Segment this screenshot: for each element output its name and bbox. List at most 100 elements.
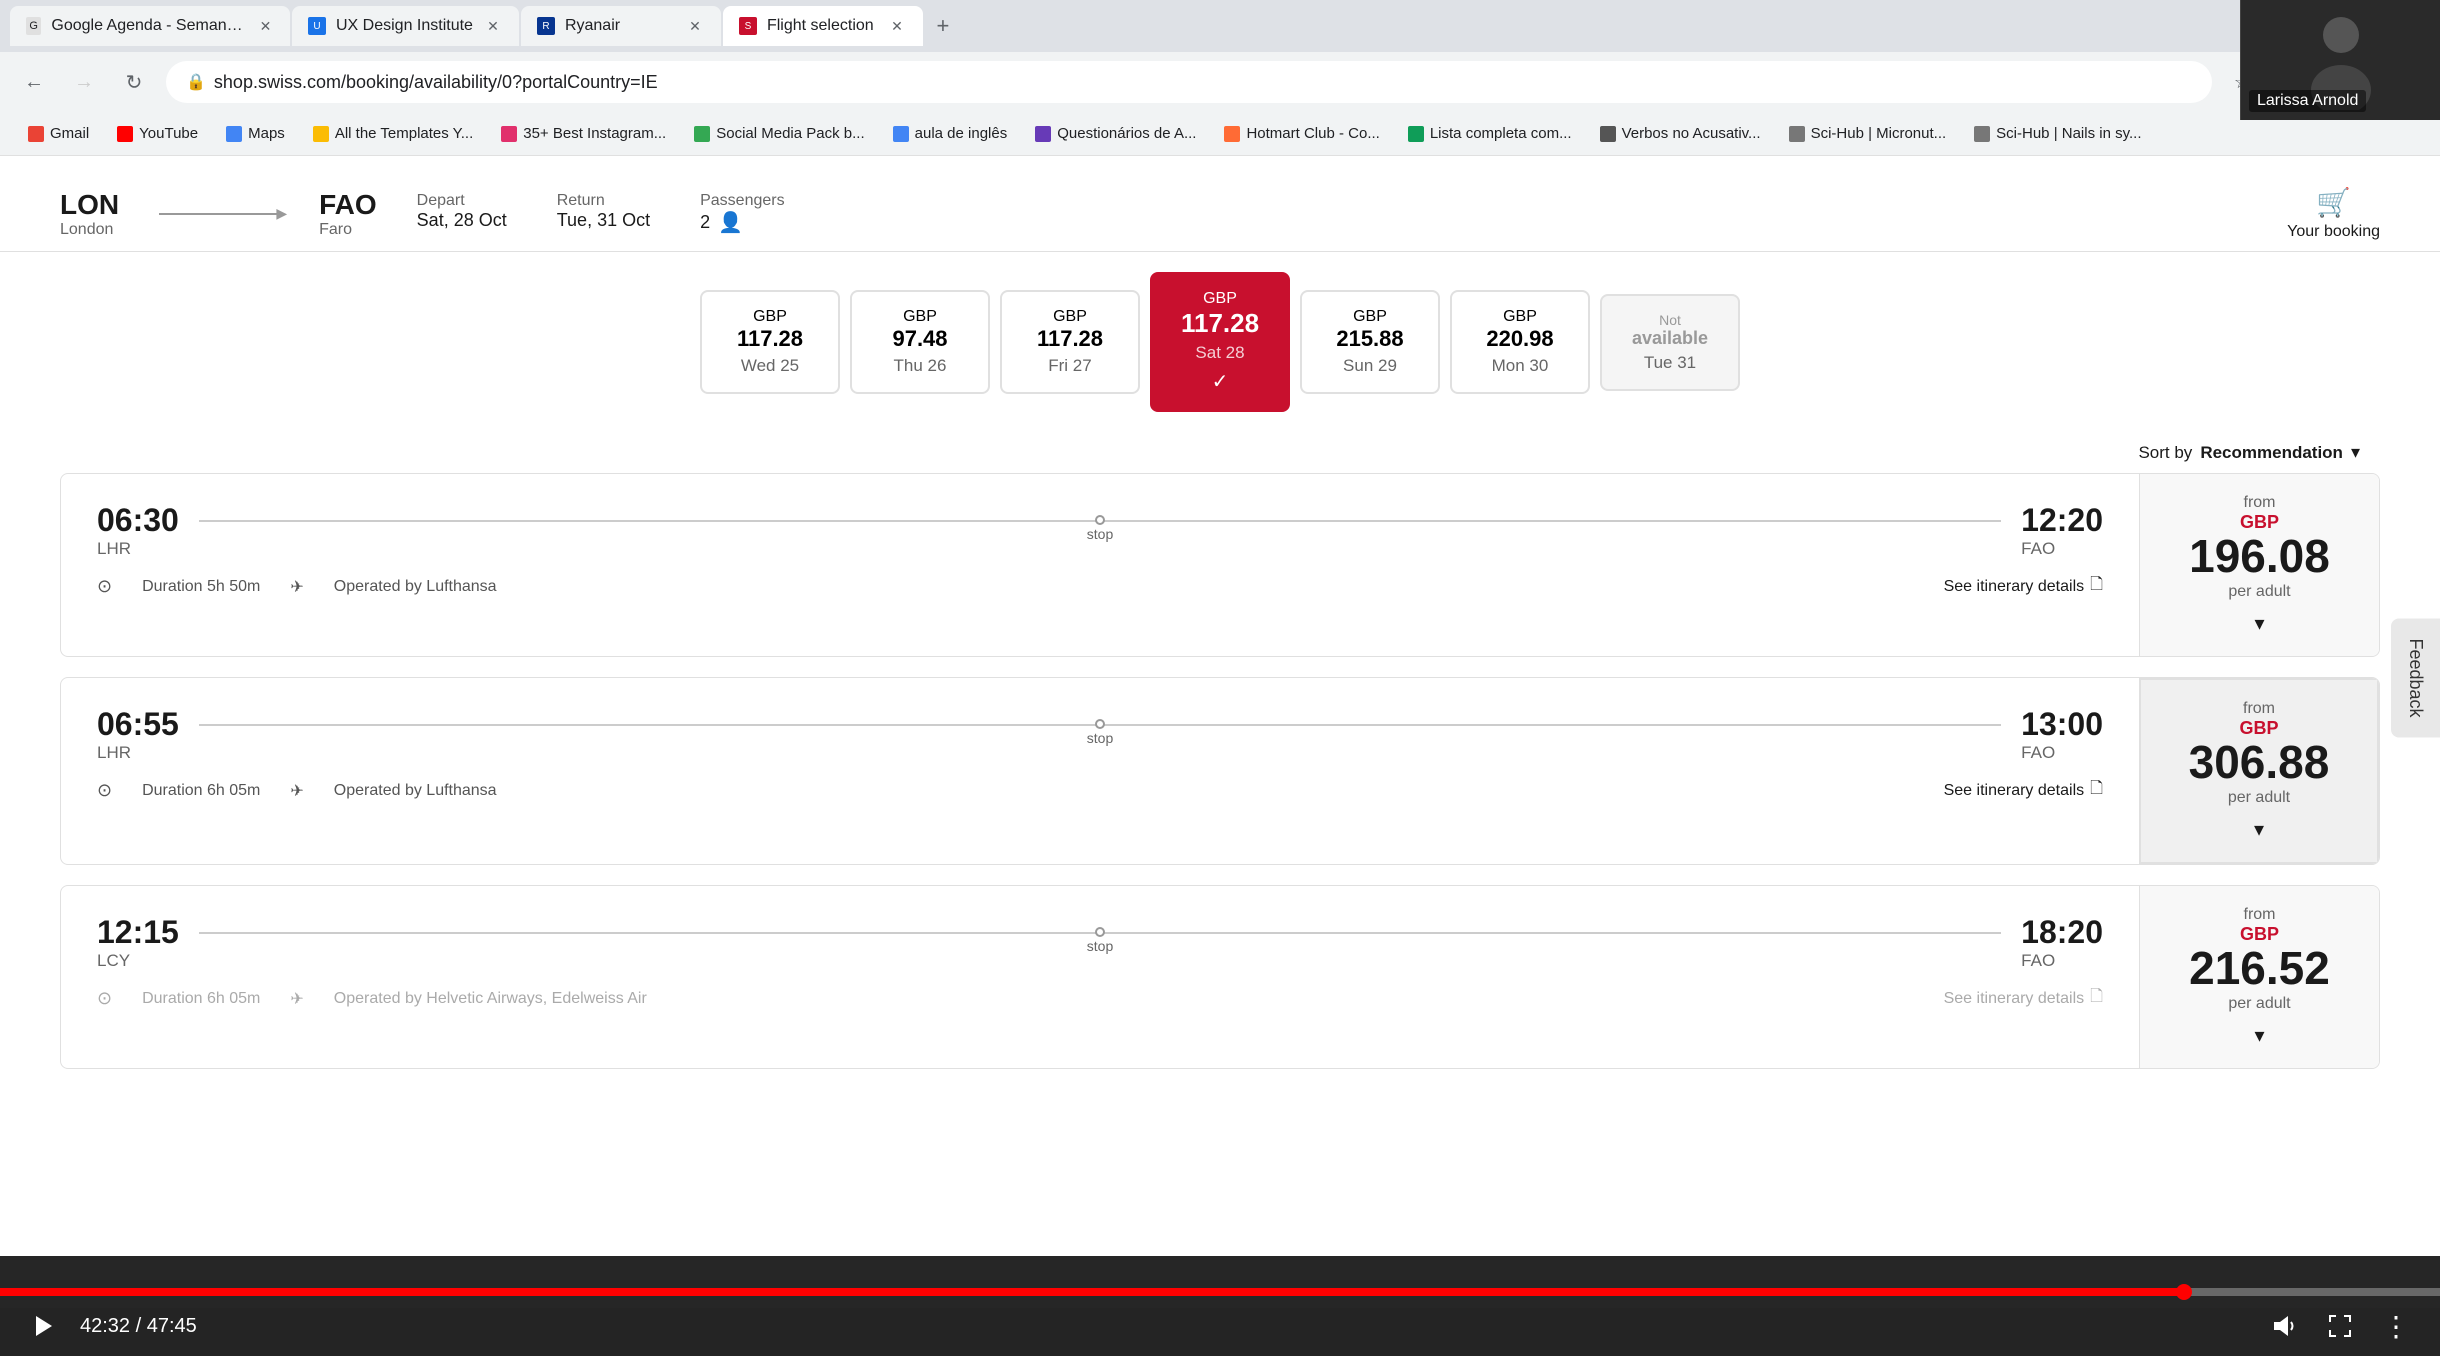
quest-favicon: [1035, 126, 1051, 142]
depart-time-1: 06:30: [97, 502, 179, 539]
stop-dot-2: [1095, 719, 1105, 729]
route-line-2: stop: [199, 724, 2001, 746]
flight-times-2: 06:55 LHR stop 13:00 FAO: [97, 706, 2103, 763]
progress-dot: [2176, 1284, 2192, 1300]
sort-by-label: Sort by: [2138, 443, 2192, 463]
volume-button[interactable]: [2264, 1306, 2304, 1346]
tab-flight-selection[interactable]: S Flight selection ✕: [723, 6, 923, 46]
bookmark-scihub2[interactable]: Sci-Hub | Nails in sy...: [1962, 121, 2153, 146]
tab-close-ryanair[interactable]: ✕: [685, 16, 705, 36]
bookmark-scihub1[interactable]: Sci-Hub | Micronut...: [1777, 121, 1959, 146]
currency-sun29: GBP: [1353, 308, 1387, 326]
tab-favicon-swiss: S: [739, 17, 757, 35]
stop-line-3: [199, 932, 2001, 934]
your-booking-button[interactable]: 🛒 Your booking: [2287, 186, 2380, 241]
currency-tue31: Not: [1659, 312, 1681, 328]
date-card-fri27[interactable]: GBP 117.28 Fri 27: [1000, 290, 1140, 394]
address-text: shop.swiss.com/booking/availability/0?po…: [214, 72, 658, 93]
date-card-sat28[interactable]: GBP 117.28 Sat 28 ✓: [1150, 272, 1290, 412]
bookmark-templates[interactable]: All the Templates Y...: [301, 121, 485, 146]
depart-airport-1: LHR: [97, 539, 179, 559]
operated-by-3: Operated by Helvetic Airways, Edelweiss …: [334, 990, 647, 1008]
passengers-display: 2 👤: [700, 210, 785, 235]
duration-1: Duration 5h 50m: [142, 578, 260, 596]
origin-info: LON London: [60, 189, 119, 239]
stop-label-3: stop: [1087, 938, 1113, 954]
feedback-tab[interactable]: Feedback: [2391, 618, 2440, 737]
currency-mon30: GBP: [1503, 308, 1537, 326]
route-arrow: [139, 213, 299, 215]
more-options-button[interactable]: ⋮: [2376, 1306, 2416, 1346]
date-card-thu26[interactable]: GBP 97.48 Thu 26: [850, 290, 990, 394]
progress-bar-fill: [0, 1288, 2184, 1296]
chevron-down-icon[interactable]: ▾: [2351, 442, 2360, 463]
new-tab-button[interactable]: +: [925, 8, 961, 44]
tab-close-ux[interactable]: ✕: [483, 16, 503, 36]
passengers-count: 2: [700, 212, 710, 233]
lista-favicon: [1408, 126, 1424, 142]
operated-by-1: Operated by Lufthansa: [334, 578, 497, 596]
time-display: 42:32 / 47:45: [80, 1315, 197, 1338]
date-card-wed25[interactable]: GBP 117.28 Wed 25: [700, 290, 840, 394]
itinerary-link-3[interactable]: See itinerary details 🗋: [1944, 985, 2103, 1012]
expand-price-3[interactable]: ▾: [2254, 1023, 2264, 1048]
date-card-sun29[interactable]: GBP 215.88 Sun 29: [1300, 290, 1440, 394]
date-card-tue31[interactable]: Not available Tue 31: [1600, 294, 1740, 391]
day-tue31: Tue 31: [1644, 353, 1696, 373]
clock-icon-3: ⊙: [97, 988, 112, 1009]
bookmark-questionarios[interactable]: Questionários de A...: [1023, 121, 1208, 146]
sort-bar: Sort by Recommendation ▾: [0, 432, 2440, 473]
bookmark-lista[interactable]: Lista completa com...: [1396, 121, 1584, 146]
progress-bar-container[interactable]: [0, 1288, 2440, 1296]
currency-sat28: GBP: [1203, 290, 1237, 308]
arrive-airport-1: FAO: [2021, 539, 2103, 559]
fullscreen-button[interactable]: [2320, 1306, 2360, 1346]
tab-google-agenda[interactable]: G Google Agenda - Semana de t... ✕: [10, 6, 290, 46]
expand-price-2[interactable]: ▾: [2254, 817, 2264, 842]
sort-value[interactable]: Recommendation: [2200, 443, 2343, 463]
stop-dot-1: [1095, 515, 1105, 525]
your-booking-container[interactable]: 🛒 Your booking: [2287, 186, 2380, 241]
reload-button[interactable]: ↻: [116, 64, 152, 100]
youtube-favicon: [117, 126, 133, 142]
address-input[interactable]: 🔒 shop.swiss.com/booking/availability/0?…: [166, 61, 2212, 103]
itinerary-link-1[interactable]: See itinerary details 🗋: [1944, 573, 2103, 600]
date-card-mon30[interactable]: GBP 220.98 Mon 30: [1450, 290, 1590, 394]
flight-meta-2: ⊙ Duration 6h 05m ✈ Operated by Lufthans…: [97, 777, 2103, 804]
depart-info-1: 06:30 LHR: [97, 502, 179, 559]
back-button[interactable]: ←: [16, 64, 52, 100]
play-pause-button[interactable]: [24, 1306, 64, 1346]
flight-meta-1: ⊙ Duration 5h 50m ✈ Operated by Lufthans…: [97, 573, 2103, 600]
tab-close-swiss[interactable]: ✕: [887, 16, 907, 36]
bookmark-social-media[interactable]: Social Media Pack b...: [682, 121, 876, 146]
expand-price-1[interactable]: ▾: [2254, 611, 2264, 636]
bookmark-verbos[interactable]: Verbos no Acusativ...: [1588, 121, 1773, 146]
tab-ryanair[interactable]: R Ryanair ✕: [521, 6, 721, 46]
bookmark-gmail[interactable]: Gmail: [16, 121, 101, 146]
price-amount-2: 306.88: [2189, 739, 2330, 785]
stop-label-1: stop: [1087, 526, 1113, 542]
tab-label-ryanair: Ryanair: [565, 17, 620, 35]
itinerary-link-2[interactable]: See itinerary details 🗋: [1944, 777, 2103, 804]
feedback-label: Feedback: [2406, 638, 2426, 717]
bookmark-youtube[interactable]: YouTube: [105, 121, 210, 146]
bookmark-ingles[interactable]: aula de inglês: [881, 121, 1020, 146]
tab-close-google[interactable]: ✕: [257, 16, 274, 36]
stop-dot-3: [1095, 927, 1105, 937]
forward-button[interactable]: →: [66, 64, 102, 100]
price-sat28: 117.28: [1181, 308, 1259, 339]
time-separator: /: [136, 1315, 147, 1337]
webcam-label: Larissa Arnold: [2249, 90, 2366, 112]
social-favicon: [694, 126, 710, 142]
bookmark-maps[interactable]: Maps: [214, 121, 297, 146]
bookmark-instagram[interactable]: 35+ Best Instagram...: [489, 121, 678, 146]
bookmark-hotmart[interactable]: Hotmart Club - Co...: [1212, 121, 1391, 146]
bookmark-verbos-label: Verbos no Acusativ...: [1622, 125, 1761, 142]
main-content: LON London FAO Faro Depart Sat, 28 Oct R…: [0, 156, 2440, 1308]
destination-code: FAO: [319, 189, 377, 221]
duration-3: Duration 6h 05m: [142, 990, 260, 1008]
itinerary-icon-3: 🗋: [2090, 985, 2103, 1012]
return-label: Return: [557, 192, 650, 210]
tab-ux-design[interactable]: U UX Design Institute ✕: [292, 6, 519, 46]
flight-times-1: 06:30 LHR stop 12:20 FAO: [97, 502, 2103, 559]
